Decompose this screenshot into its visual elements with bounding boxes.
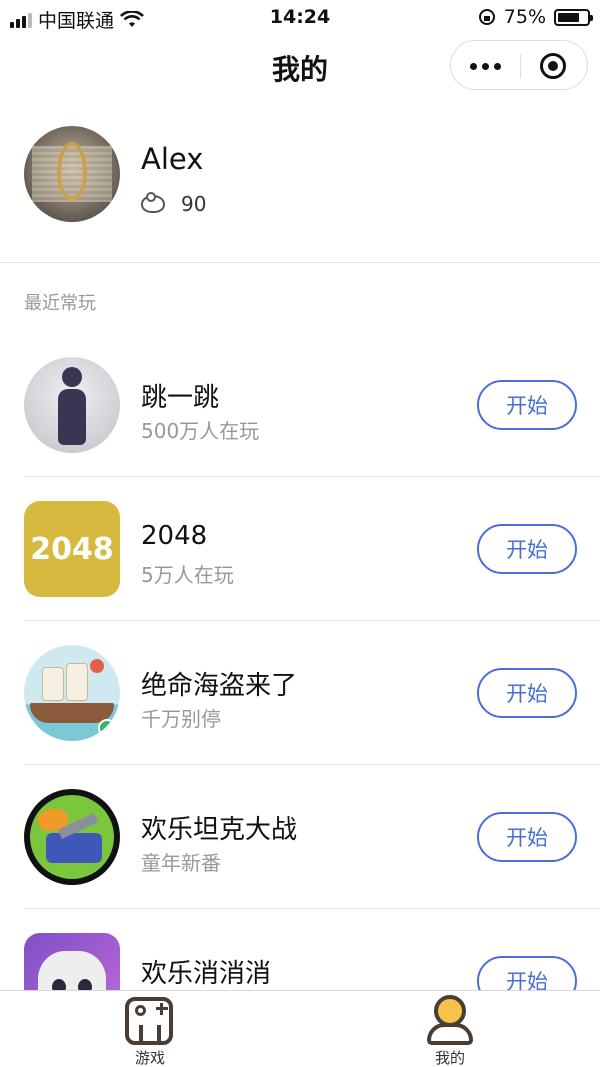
piggy-bank-icon xyxy=(141,192,165,213)
tab-games[interactable]: 游戏 xyxy=(75,991,225,1067)
game-subtitle: 500万人在玩 xyxy=(141,419,260,443)
status-bar: 中国联通 14:24 75% xyxy=(0,0,600,36)
list-item[interactable]: 欢乐坦克大战 童年新番 开始 xyxy=(0,765,600,909)
more-button[interactable] xyxy=(451,41,520,91)
pirate-ship-icon xyxy=(24,645,120,741)
battery-fill xyxy=(558,12,579,22)
username: Alex xyxy=(141,142,204,176)
game-name: 2048 xyxy=(141,521,208,551)
game-name: 跳一跳 xyxy=(141,383,220,413)
tank-icon xyxy=(24,789,120,885)
nav-bar: 我的 xyxy=(0,36,600,100)
list-item[interactable]: 绝命海盗来了 千万别停 开始 xyxy=(0,621,600,765)
orientation-lock-icon xyxy=(478,9,495,25)
game-name: 绝命海盗来了 xyxy=(141,671,298,701)
profile-header: Alex 90 xyxy=(0,126,600,226)
tab-bar: 游戏 我的 xyxy=(0,990,600,1067)
tab-mine-label: 我的 xyxy=(434,1049,465,1067)
start-button[interactable]: 开始 xyxy=(477,812,577,862)
more-dots-icon xyxy=(470,62,477,70)
close-target-icon[interactable] xyxy=(540,53,566,79)
tab-mine[interactable]: 我的 xyxy=(375,991,525,1067)
start-button[interactable]: 开始 xyxy=(477,380,577,430)
user-profile-icon xyxy=(427,995,473,1045)
avatar[interactable] xyxy=(24,126,120,222)
game-2048-icon: 2048 xyxy=(24,501,120,597)
capsule-divider xyxy=(520,54,521,78)
tab-games-label: 游戏 xyxy=(134,1049,165,1067)
game-name: 欢乐消消消 xyxy=(141,959,272,989)
game-name: 欢乐坦克大战 xyxy=(141,815,298,845)
coin-count: 90 xyxy=(181,192,207,216)
mini-program-capsule xyxy=(450,40,588,90)
section-divider xyxy=(0,262,600,263)
jump-jump-icon xyxy=(24,357,120,453)
coin-balance: 90 xyxy=(141,192,206,216)
battery-icon xyxy=(554,8,593,26)
start-button[interactable]: 开始 xyxy=(477,524,577,574)
recent-games-list: 跳一跳 500万人在玩 开始 2048 2048 5万人在玩 开始 绝命海盗来了… xyxy=(0,333,600,1053)
game-subtitle: 千万别停 xyxy=(141,707,221,731)
start-button[interactable]: 开始 xyxy=(477,668,577,718)
game-subtitle: 童年新番 xyxy=(141,851,221,875)
battery-percent: 75% xyxy=(503,6,546,28)
gamepad-icon xyxy=(125,997,173,1045)
game-subtitle: 5万人在玩 xyxy=(141,563,234,587)
status-right: 75% xyxy=(478,6,593,28)
list-item[interactable]: 2048 2048 5万人在玩 开始 xyxy=(0,477,600,621)
recent-played-label: 最近常玩 xyxy=(24,293,96,314)
list-item[interactable]: 跳一跳 500万人在玩 开始 xyxy=(0,333,600,477)
